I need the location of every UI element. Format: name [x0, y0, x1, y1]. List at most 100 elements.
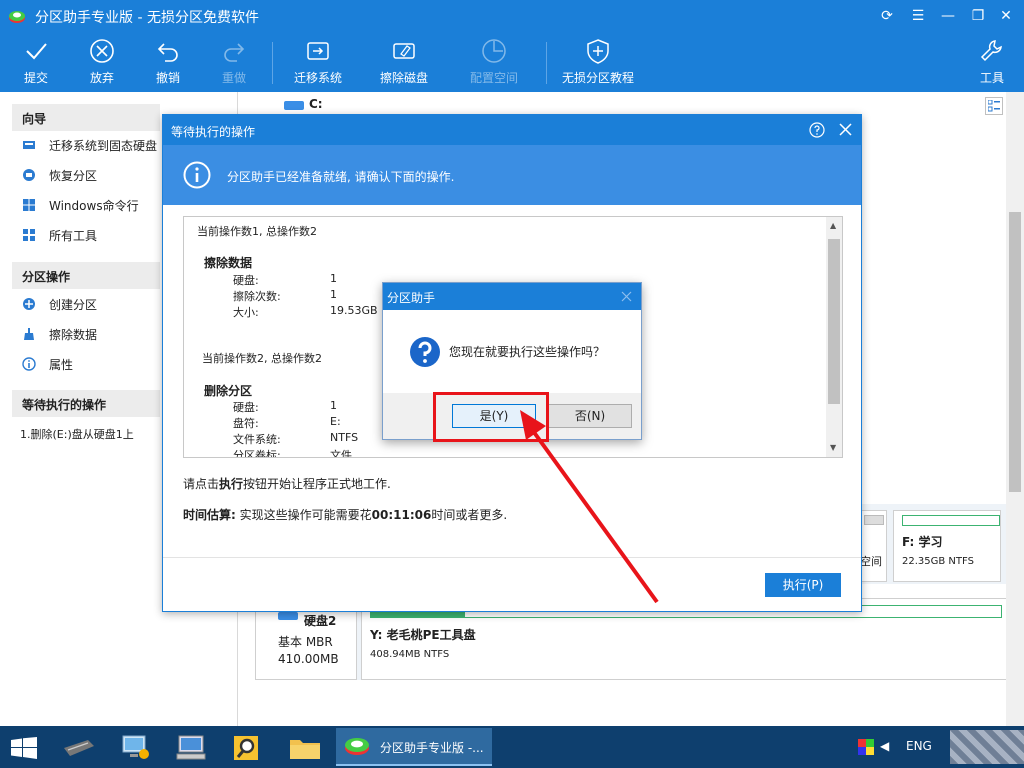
drive-c-label: C: [309, 97, 323, 111]
dialog-title: 等待执行的操作 [171, 125, 256, 139]
question-icon [410, 337, 440, 367]
main-scrollbar[interactable] [1006, 92, 1024, 726]
hint-prefix: 请点击 [183, 477, 220, 491]
scrollbar-thumb[interactable] [828, 239, 840, 404]
search-tool-icon[interactable] [232, 734, 260, 762]
sidebar-item-label: 所有工具 [49, 229, 98, 243]
wipe-data-icon [24, 328, 34, 340]
submit-label: 提交 [23, 71, 48, 85]
wrench-icon [980, 40, 1002, 62]
usage-bar [864, 515, 884, 525]
dialog-titlebar: 等待执行的操作 [163, 115, 861, 145]
op2-value: 文件 [330, 449, 352, 458]
scroll-down-icon[interactable]: ▼ [830, 443, 836, 452]
partition-ops-section-title: 分区操作 [12, 262, 160, 289]
memory-chip-icon[interactable] [62, 736, 96, 760]
dialog-info-text: 分区助手已经准备就绪, 请确认下面的操作. [227, 170, 455, 184]
hint-suffix: 按钮开始让程序正式地工作. [243, 477, 391, 491]
shield-plus-icon [587, 39, 609, 64]
redo-button[interactable]: 重做 [212, 32, 256, 92]
disk2-type: 基本 MBR [278, 635, 333, 649]
speaker-icon[interactable]: ◀ [880, 739, 889, 753]
clock-area[interactable] [950, 730, 1024, 764]
network-computer-icon[interactable] [175, 734, 207, 762]
list-scrollbar[interactable]: ▲ ▼ [826, 217, 842, 457]
taskbar: 分区助手专业版 -... ◀ ENG [0, 726, 1024, 768]
op2-key: 盘符: [233, 417, 259, 430]
tutorial-label: 无损分区教程 [561, 71, 634, 85]
partition-f[interactable]: F: 学习 22.35GB NTFS [893, 510, 1001, 582]
app-title: 分区助手专业版 - 无损分区免费软件 [35, 10, 259, 26]
cancel-circle-icon [90, 39, 114, 63]
estimate-suffix: 时间或者更多. [431, 508, 508, 522]
refresh-icon[interactable]: ⟳ [877, 7, 897, 25]
discard-button[interactable]: 放弃 [80, 32, 124, 92]
submit-button[interactable]: 提交 [14, 32, 58, 92]
execute-hint: 请点击执行按钮开始让程序正式地工作. [183, 475, 391, 492]
color-palette-icon[interactable] [858, 739, 874, 755]
sidebar-item-label: 创建分区 [49, 298, 98, 312]
app-logo-icon [9, 11, 25, 23]
dialog-info-banner: 分区助手已经准备就绪, 请确认下面的操作. [163, 145, 861, 205]
partition-f-info: 22.35GB NTFS [902, 556, 974, 567]
folder-icon[interactable] [289, 736, 321, 760]
app-logo-icon [345, 738, 369, 755]
disk-c-row[interactable]: C: [255, 96, 619, 116]
time-estimate: 时间估算: 实现这些操作可能需要花00:11:06时间或者更多. [183, 506, 507, 523]
tools-grid-icon [23, 229, 35, 241]
estimate-label: 时间估算: [183, 508, 236, 522]
execute-button[interactable]: 执行(P) [765, 573, 841, 597]
op2-key: 分区卷标: [233, 449, 281, 458]
windows-icon [23, 199, 35, 211]
disk2-size: 410.00MB [278, 652, 339, 666]
tools-button[interactable]: 工具 [972, 32, 1012, 92]
confirm-question: 您现在就要执行这些操作吗？ [449, 345, 606, 359]
computer-icon[interactable] [120, 734, 150, 762]
redo-label: 重做 [221, 71, 246, 85]
menu-icon[interactable]: ☰ [908, 7, 928, 25]
partition-block[interactable]: 空间 [859, 510, 887, 582]
sidebar-item-label: Windows命令行 [49, 199, 139, 213]
restore-button[interactable]: ❐ [968, 7, 988, 25]
scroll-up-icon[interactable]: ▲ [830, 221, 836, 230]
partition-y-label: Y: 老毛桃PE工具盘 [370, 628, 476, 642]
minimize-button[interactable]: — [938, 7, 958, 25]
view-toggle-button[interactable] [985, 97, 1003, 115]
close-button[interactable]: ✕ [996, 7, 1016, 25]
redo-icon [224, 43, 245, 62]
title-bar: 分区助手专业版 - 无损分区免费软件 ⟳ ☰ — ❐ ✕ [0, 0, 1024, 32]
sidebar-item-label: 迁移系统到固态硬盘 [49, 139, 158, 153]
migrate-icon [23, 141, 35, 149]
pie-clock-icon [482, 39, 506, 63]
op2-value: E: [330, 415, 341, 428]
op1-title: 擦除数据 [204, 256, 253, 270]
help-icon[interactable] [809, 122, 825, 138]
language-indicator[interactable]: ENG [906, 739, 932, 753]
op1-key: 擦除次数: [233, 290, 281, 303]
op1-header: 当前操作数1, 总操作数2 [197, 225, 317, 238]
windows-start-icon[interactable] [11, 737, 37, 759]
tutorial-button[interactable]: 无损分区教程 [558, 32, 638, 92]
wipe-disk-button[interactable]: 擦除磁盘 [374, 32, 434, 92]
wizard-section-title: 向导 [12, 104, 160, 131]
allocate-space-button[interactable]: 配置空间 [464, 32, 524, 92]
partition-f-label: F: 学习 [902, 535, 943, 549]
wipe-disk-label: 擦除磁盘 [379, 71, 428, 85]
scrollbar-thumb[interactable] [1009, 212, 1021, 492]
migrate-os-button[interactable]: 迁移系统 [288, 32, 348, 92]
undo-button[interactable]: 撤销 [146, 32, 190, 92]
toolbar-divider [272, 42, 273, 84]
allocate-space-label: 配置空间 [469, 71, 518, 85]
op2-key: 文件系统: [233, 433, 281, 446]
main-toolbar: 提交 放弃 撤销 重做 迁移系统 擦除磁盘 配置空间 无损分区教程 工具 [0, 32, 1024, 92]
toolbar-divider [546, 42, 547, 84]
close-icon[interactable] [839, 123, 852, 136]
pending-op-item[interactable]: 1.删除(E:)盘从硬盘1上 [20, 426, 134, 442]
disk-icon [278, 612, 298, 620]
sidebar-item-label: 属性 [49, 358, 74, 372]
op2-title: 删除分区 [204, 384, 253, 398]
recover-icon [23, 169, 35, 181]
confirm-title: 分区助手 [387, 291, 436, 305]
close-icon[interactable] [621, 291, 632, 302]
taskbar-app-button[interactable]: 分区助手专业版 -... [336, 728, 492, 766]
